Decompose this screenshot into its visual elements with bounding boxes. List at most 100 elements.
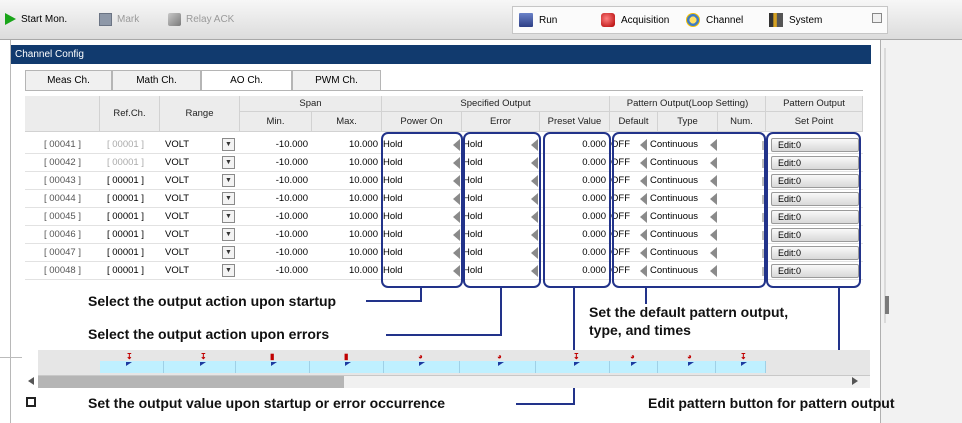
span-min[interactable]: -10.000 bbox=[240, 172, 312, 189]
scroll-left-icon[interactable] bbox=[28, 377, 34, 385]
range-dropdown-button[interactable]: ▼ bbox=[222, 156, 235, 169]
range-dropdown-button[interactable]: ▼ bbox=[222, 246, 235, 259]
startup-connector-h bbox=[366, 300, 422, 302]
timeline-marker-icon: ▮ bbox=[344, 352, 349, 361]
span-max[interactable]: 10.000 bbox=[312, 244, 382, 261]
subtab-ao-ch[interactable]: AO Ch. bbox=[201, 70, 292, 91]
timeline-marker-icon: ↧ bbox=[573, 352, 580, 361]
flag-icon bbox=[741, 362, 747, 366]
span-max[interactable]: 10.000 bbox=[312, 154, 382, 171]
pattern-note-line2: type, and times bbox=[589, 322, 691, 338]
run-icon bbox=[519, 13, 533, 28]
range-value: VOLT bbox=[165, 139, 190, 150]
square-icon[interactable] bbox=[26, 397, 36, 407]
range-value: VOLT bbox=[165, 247, 190, 258]
tab-acquisition[interactable]: Acquisition bbox=[601, 12, 669, 30]
subtab-pwm-ch[interactable]: PWM Ch. bbox=[292, 70, 381, 90]
toolbar: Start Mon. Mark Relay ACK Run Acquisitio… bbox=[0, 0, 962, 40]
timeline-marker-icon: ▮ bbox=[270, 352, 275, 361]
tab-system[interactable]: System bbox=[769, 12, 822, 30]
header-pattern-loop: Pattern Output(Loop Setting) bbox=[610, 96, 766, 112]
header-range: Range bbox=[160, 96, 240, 132]
flag-icon bbox=[631, 362, 637, 366]
span-max[interactable]: 10.000 bbox=[312, 262, 382, 279]
ref-channel[interactable]: [ 00001 ] bbox=[107, 154, 163, 171]
span-max[interactable]: 10.000 bbox=[312, 172, 382, 189]
ref-channel[interactable]: [ 00001 ] bbox=[107, 226, 163, 243]
channel-number: [ 00048 ] bbox=[44, 265, 81, 276]
header-pattern-output: Pattern Output bbox=[766, 96, 863, 112]
range-dropdown-button[interactable]: ▼ bbox=[222, 210, 235, 223]
header-refch: Ref.Ch. bbox=[100, 96, 160, 132]
subtab-meas-ch[interactable]: Meas Ch. bbox=[25, 70, 112, 90]
subtab-math-ch[interactable]: Math Ch. bbox=[112, 70, 201, 90]
edit-note: Edit pattern button for pattern output bbox=[648, 395, 895, 411]
right-scroll-handle[interactable] bbox=[885, 296, 889, 314]
range-dropdown-button[interactable]: ▼ bbox=[222, 174, 235, 187]
start-monitor-button[interactable]: Start Mon. bbox=[5, 12, 67, 28]
range-value: VOLT bbox=[165, 265, 190, 276]
span-max[interactable]: 10.000 bbox=[312, 136, 382, 153]
flag-icon bbox=[419, 362, 425, 366]
timeline-marker-icon: ◕ bbox=[418, 352, 423, 361]
preset-connector-h bbox=[516, 403, 575, 405]
preset-highlight bbox=[543, 132, 611, 288]
ref-channel[interactable]: [ 00001 ] bbox=[107, 172, 163, 189]
errors-note: Select the output action upon errors bbox=[88, 326, 330, 342]
ref-channel[interactable]: [ 00001 ] bbox=[107, 262, 163, 279]
range-dropdown-button[interactable]: ▼ bbox=[222, 264, 235, 277]
range-dropdown-button[interactable]: ▼ bbox=[222, 228, 235, 241]
span-min[interactable]: -10.000 bbox=[240, 262, 312, 279]
errors-connector-h bbox=[386, 334, 502, 336]
span-min[interactable]: -10.000 bbox=[240, 244, 312, 261]
range-value: VOLT bbox=[165, 193, 190, 204]
span-max[interactable]: 10.000 bbox=[312, 226, 382, 243]
timeline-segment bbox=[100, 361, 164, 373]
pattern-loop-highlight bbox=[612, 132, 766, 288]
power-on-highlight bbox=[381, 132, 463, 288]
startup-note: Select the output action upon startup bbox=[88, 293, 337, 309]
acquisition-icon bbox=[601, 13, 615, 28]
pattern-connector bbox=[645, 288, 647, 304]
header-span: Span bbox=[240, 96, 382, 112]
header-error: Error bbox=[462, 112, 540, 132]
scroll-right-icon[interactable] bbox=[852, 377, 858, 385]
span-min[interactable]: -10.000 bbox=[240, 226, 312, 243]
relay-icon bbox=[168, 12, 181, 26]
tab-channel[interactable]: Channel bbox=[686, 12, 743, 30]
flag-icon bbox=[574, 362, 580, 366]
header-type: Type bbox=[658, 112, 718, 132]
flag-icon bbox=[688, 362, 694, 366]
span-max[interactable]: 10.000 bbox=[312, 190, 382, 207]
channel-number: [ 00045 ] bbox=[44, 211, 81, 222]
channel-number: [ 00042 ] bbox=[44, 157, 81, 168]
minimize-button[interactable] bbox=[872, 13, 882, 23]
ref-channel[interactable]: [ 00001 ] bbox=[107, 244, 163, 261]
set-point-highlight bbox=[766, 132, 861, 288]
panel-border bbox=[25, 90, 863, 91]
relay-ack-button[interactable]: Relay ACK bbox=[168, 12, 234, 28]
channel-number: [ 00046 ] bbox=[44, 229, 81, 240]
header-min: Min. bbox=[240, 112, 312, 132]
span-min[interactable]: -10.000 bbox=[240, 154, 312, 171]
timeline-marker-icon: ↧ bbox=[740, 352, 747, 361]
header-power-on: Power On bbox=[382, 112, 462, 132]
flag-icon bbox=[271, 362, 277, 366]
pattern-note-line1: Set the default pattern output, bbox=[589, 304, 789, 320]
left-divider bbox=[0, 357, 22, 358]
ref-channel[interactable]: [ 00001 ] bbox=[107, 208, 163, 225]
ref-channel[interactable]: [ 00001 ] bbox=[107, 136, 163, 153]
span-max[interactable]: 10.000 bbox=[312, 208, 382, 225]
span-min[interactable]: -10.000 bbox=[240, 208, 312, 225]
range-value: VOLT bbox=[165, 157, 190, 168]
tab-run[interactable]: Run bbox=[519, 12, 557, 30]
flag-icon bbox=[126, 362, 132, 366]
mark-button[interactable]: Mark bbox=[99, 12, 139, 28]
span-min[interactable]: -10.000 bbox=[240, 190, 312, 207]
scrollbar-thumb[interactable] bbox=[38, 376, 344, 388]
range-dropdown-button[interactable]: ▼ bbox=[222, 138, 235, 151]
range-dropdown-button[interactable]: ▼ bbox=[222, 192, 235, 205]
span-min[interactable]: -10.000 bbox=[240, 136, 312, 153]
header-preset-value: Preset Value bbox=[540, 112, 610, 132]
ref-channel[interactable]: [ 00001 ] bbox=[107, 190, 163, 207]
